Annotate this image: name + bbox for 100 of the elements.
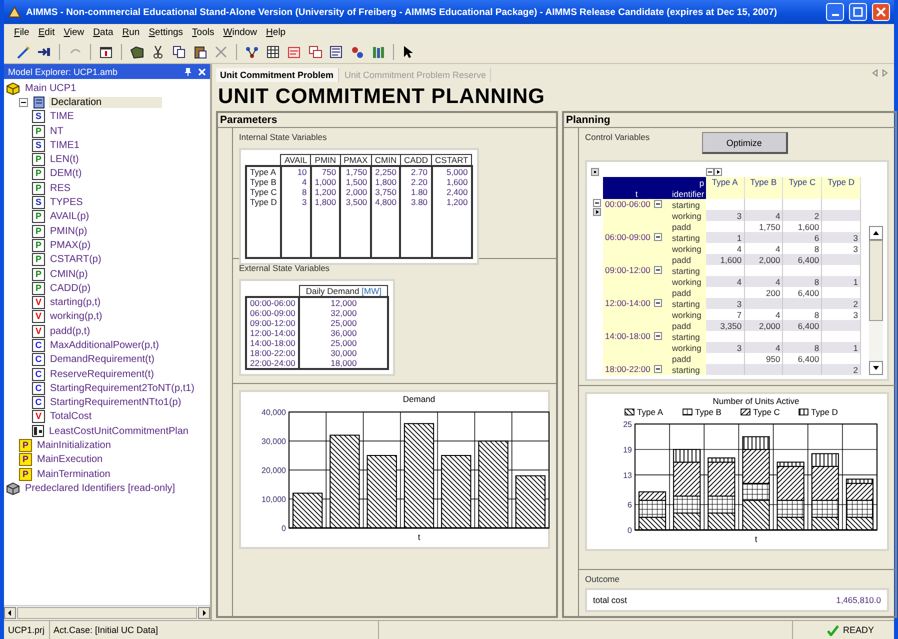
table-cell: 2.20 xyxy=(400,177,432,187)
axis-tick-label: 25 xyxy=(623,420,632,429)
collapse-icon[interactable] xyxy=(654,266,662,274)
paste-icon xyxy=(193,45,207,59)
tree-item[interactable]: starting(p,t) xyxy=(48,297,103,308)
toolbar-button[interactable] xyxy=(306,43,324,61)
group-title: Control Variables xyxy=(585,132,650,142)
column-header: CADD xyxy=(400,154,432,166)
constraint-icon: C xyxy=(32,353,45,366)
pin-icon[interactable] xyxy=(184,67,192,76)
table-cell: 6,400 xyxy=(782,320,822,331)
tree-item[interactable]: CMIN(p) xyxy=(48,268,90,280)
tree-item[interactable]: CADD(p) xyxy=(48,282,93,294)
tree-item[interactable]: PMIN(p) xyxy=(48,226,90,237)
parameter-icon: P xyxy=(32,153,45,166)
tree-item[interactable]: TYPES xyxy=(48,197,85,208)
scrollbar[interactable] xyxy=(869,226,883,375)
toolbar-button[interactable] xyxy=(170,43,188,61)
tree-item[interactable]: NT xyxy=(48,126,66,137)
tree-item[interactable]: DEM(t) xyxy=(48,168,84,180)
tree-item[interactable]: ReserveRequirement(t) xyxy=(48,368,156,380)
parameter-icon: P xyxy=(32,210,45,224)
tab-left-icon[interactable] xyxy=(872,69,878,77)
parameter-icon: P xyxy=(32,238,45,252)
collapse-icon[interactable] xyxy=(654,200,662,208)
table-cell: 12,000 xyxy=(299,297,388,308)
collapse-icon[interactable] xyxy=(654,332,662,340)
row-header: padd xyxy=(670,287,706,298)
tree-item[interactable]: padd(p,t) xyxy=(48,326,92,337)
tab[interactable]: Unit Commitment Problem xyxy=(216,68,339,82)
toolbar-button[interactable] xyxy=(264,43,282,61)
tree-item[interactable]: Main UCP1 xyxy=(23,82,78,94)
axis-tick-label: 6 xyxy=(628,500,632,510)
expand-icon[interactable] xyxy=(591,168,599,176)
tree-item[interactable]: StartingRequirement2ToNT(p,t1) xyxy=(48,382,197,394)
minimize-button[interactable] xyxy=(826,3,844,21)
tree-item[interactable]: LEN(t) xyxy=(48,154,81,166)
menu-item[interactable]: File xyxy=(14,27,30,38)
menu-item[interactable]: View xyxy=(64,27,84,38)
row-header: starting xyxy=(670,298,706,309)
menu-item[interactable]: Settings xyxy=(148,27,184,38)
legend-label: Type D xyxy=(811,407,838,417)
parameter-icon: P xyxy=(32,224,45,238)
optimize-button[interactable]: Optimize xyxy=(702,132,788,154)
row-label: Type D xyxy=(246,197,281,207)
tree-item[interactable]: MaxAdditionalPower(p,t) xyxy=(48,340,161,351)
collapse-icon[interactable] xyxy=(19,98,28,107)
tree-item[interactable]: MainTermination xyxy=(35,468,112,480)
close-icon[interactable] xyxy=(198,68,206,76)
menu-item[interactable]: Data xyxy=(93,27,114,38)
tree-item[interactable]: Predeclared Identifiers [read-only] xyxy=(23,482,178,494)
row-label: 14:00-18:00 xyxy=(246,338,300,348)
toolbar-button[interactable] xyxy=(327,43,345,61)
tab-right-icon[interactable] xyxy=(882,69,888,77)
tree-item[interactable]: DemandRequirement(t) xyxy=(48,354,156,366)
scroll-down-icon[interactable] xyxy=(869,361,883,375)
tree-item[interactable]: StartingRequirementNTto1(p) xyxy=(48,397,184,408)
tree-item[interactable]: PMAX(p) xyxy=(48,240,93,251)
collapse-icon[interactable] xyxy=(654,233,662,241)
tree-item[interactable]: LeastCostUnitCommitmentPlan xyxy=(47,426,190,437)
scroll-left-icon[interactable] xyxy=(4,607,16,619)
menu-item[interactable]: Tools xyxy=(192,27,214,38)
tree-item[interactable]: AVAIL(p) xyxy=(48,211,92,222)
set-icon: S xyxy=(32,110,45,124)
table-cell: 4 xyxy=(744,276,783,287)
maximize-button[interactable] xyxy=(849,3,867,21)
tree-item[interactable]: TotalCost xyxy=(48,411,94,422)
collapse-icon[interactable] xyxy=(654,365,662,373)
menu-item[interactable]: Run xyxy=(122,27,140,38)
menu-item[interactable]: Edit xyxy=(38,27,55,38)
menu-item[interactable]: Window xyxy=(223,27,258,38)
tree-item[interactable]: RES xyxy=(48,182,73,194)
table-cell: 3 xyxy=(822,243,860,254)
grid-icon xyxy=(32,425,44,438)
row-header: 14:00-18:00 xyxy=(605,331,650,341)
tree-item[interactable]: TIME1 xyxy=(48,140,82,151)
set-icon: S xyxy=(32,196,45,210)
scrollbar-thumb[interactable] xyxy=(17,607,197,619)
scroll-up-icon[interactable] xyxy=(869,226,883,240)
tree-item[interactable]: CSTART(p) xyxy=(48,254,104,266)
pivot-controls-icon[interactable] xyxy=(593,199,601,217)
table-cell: 3 xyxy=(706,342,744,353)
chart-title: Number of Units Active xyxy=(712,396,800,406)
table-cell: 1,600 xyxy=(782,221,822,232)
tree-item[interactable]: MainExecution xyxy=(35,454,105,466)
menu-item[interactable]: Help xyxy=(266,27,286,38)
tree-item[interactable]: Declaration xyxy=(49,96,162,108)
tree-item[interactable]: TIME xyxy=(48,111,76,122)
collapse-icon[interactable] xyxy=(654,299,662,307)
group-title: External State Variables xyxy=(239,263,331,273)
close-button[interactable] xyxy=(872,3,890,21)
table-cell: 32,000 xyxy=(299,308,388,318)
table-cell: 1,200 xyxy=(432,197,472,207)
tree-item[interactable]: MainInitialization xyxy=(35,440,113,452)
output-field: total cost 1,465,810.0 xyxy=(585,588,889,612)
table-cell: 6,400 xyxy=(782,287,822,298)
tree-item[interactable]: working(p,t) xyxy=(48,311,104,322)
scroll-right-icon[interactable] xyxy=(198,607,210,619)
pivot-toggle-icon[interactable] xyxy=(706,168,722,176)
column-header: Type B xyxy=(744,177,783,199)
